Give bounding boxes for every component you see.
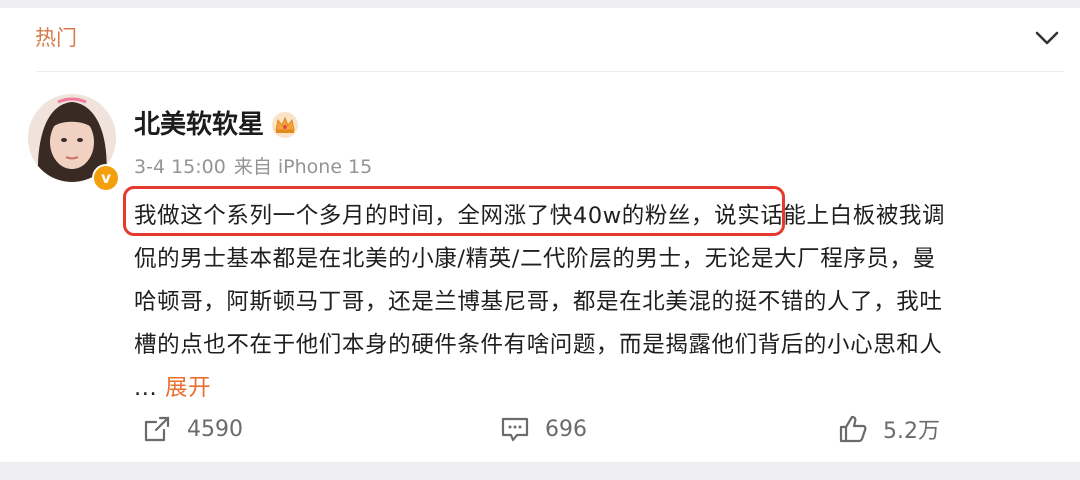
post-time: 3-4 15:00 bbox=[134, 156, 226, 178]
ellipsis: ... bbox=[134, 375, 158, 401]
repost-icon bbox=[144, 416, 170, 442]
comment-icon bbox=[501, 417, 529, 442]
repost-count: 4590 bbox=[187, 416, 243, 442]
section-header: 热门 bbox=[0, 8, 1080, 70]
post-meta: 3-4 15:00 来自 iPhone 15 bbox=[134, 153, 380, 181]
repost-button[interactable]: 4590 bbox=[142, 404, 243, 454]
author-name[interactable]: 北美软软星 bbox=[134, 108, 264, 142]
comment-button[interactable]: 696 bbox=[500, 404, 587, 454]
action-bar: 4590 696 5.2万 bbox=[0, 404, 1080, 454]
like-icon bbox=[839, 415, 867, 443]
feed-card: 热门 v 北美软软星 3-4 15:00 来自 iPhone 15 我做这个系列一… bbox=[0, 8, 1080, 462]
like-button[interactable]: 5.2万 bbox=[838, 404, 940, 454]
expand-link[interactable]: 展开 bbox=[165, 375, 211, 401]
post-line: 哈顿哥，阿斯顿马丁哥，还是兰博基尼哥，都是在北美混的挺不错的人了，我吐 bbox=[134, 289, 943, 315]
section-title: 热门 bbox=[35, 26, 77, 50]
chevron-down-icon[interactable] bbox=[1033, 27, 1061, 49]
crown-icon bbox=[272, 112, 298, 138]
post-line: 槽的点也不在于他们本身的硬件条件有啥问题，而是揭露他们背后的小心思和人 bbox=[134, 332, 943, 358]
post-source: 来自 iPhone 15 bbox=[233, 156, 373, 178]
comment-count: 696 bbox=[545, 416, 587, 442]
verified-badge: v bbox=[92, 164, 120, 192]
post-line: 侃的男士基本都是在北美的小康/精英/二代阶层的男士，无论是大厂程序员，曼 bbox=[134, 246, 936, 272]
highlight-box bbox=[123, 186, 785, 236]
like-count: 5.2万 bbox=[883, 419, 940, 444]
divider bbox=[36, 71, 1064, 72]
